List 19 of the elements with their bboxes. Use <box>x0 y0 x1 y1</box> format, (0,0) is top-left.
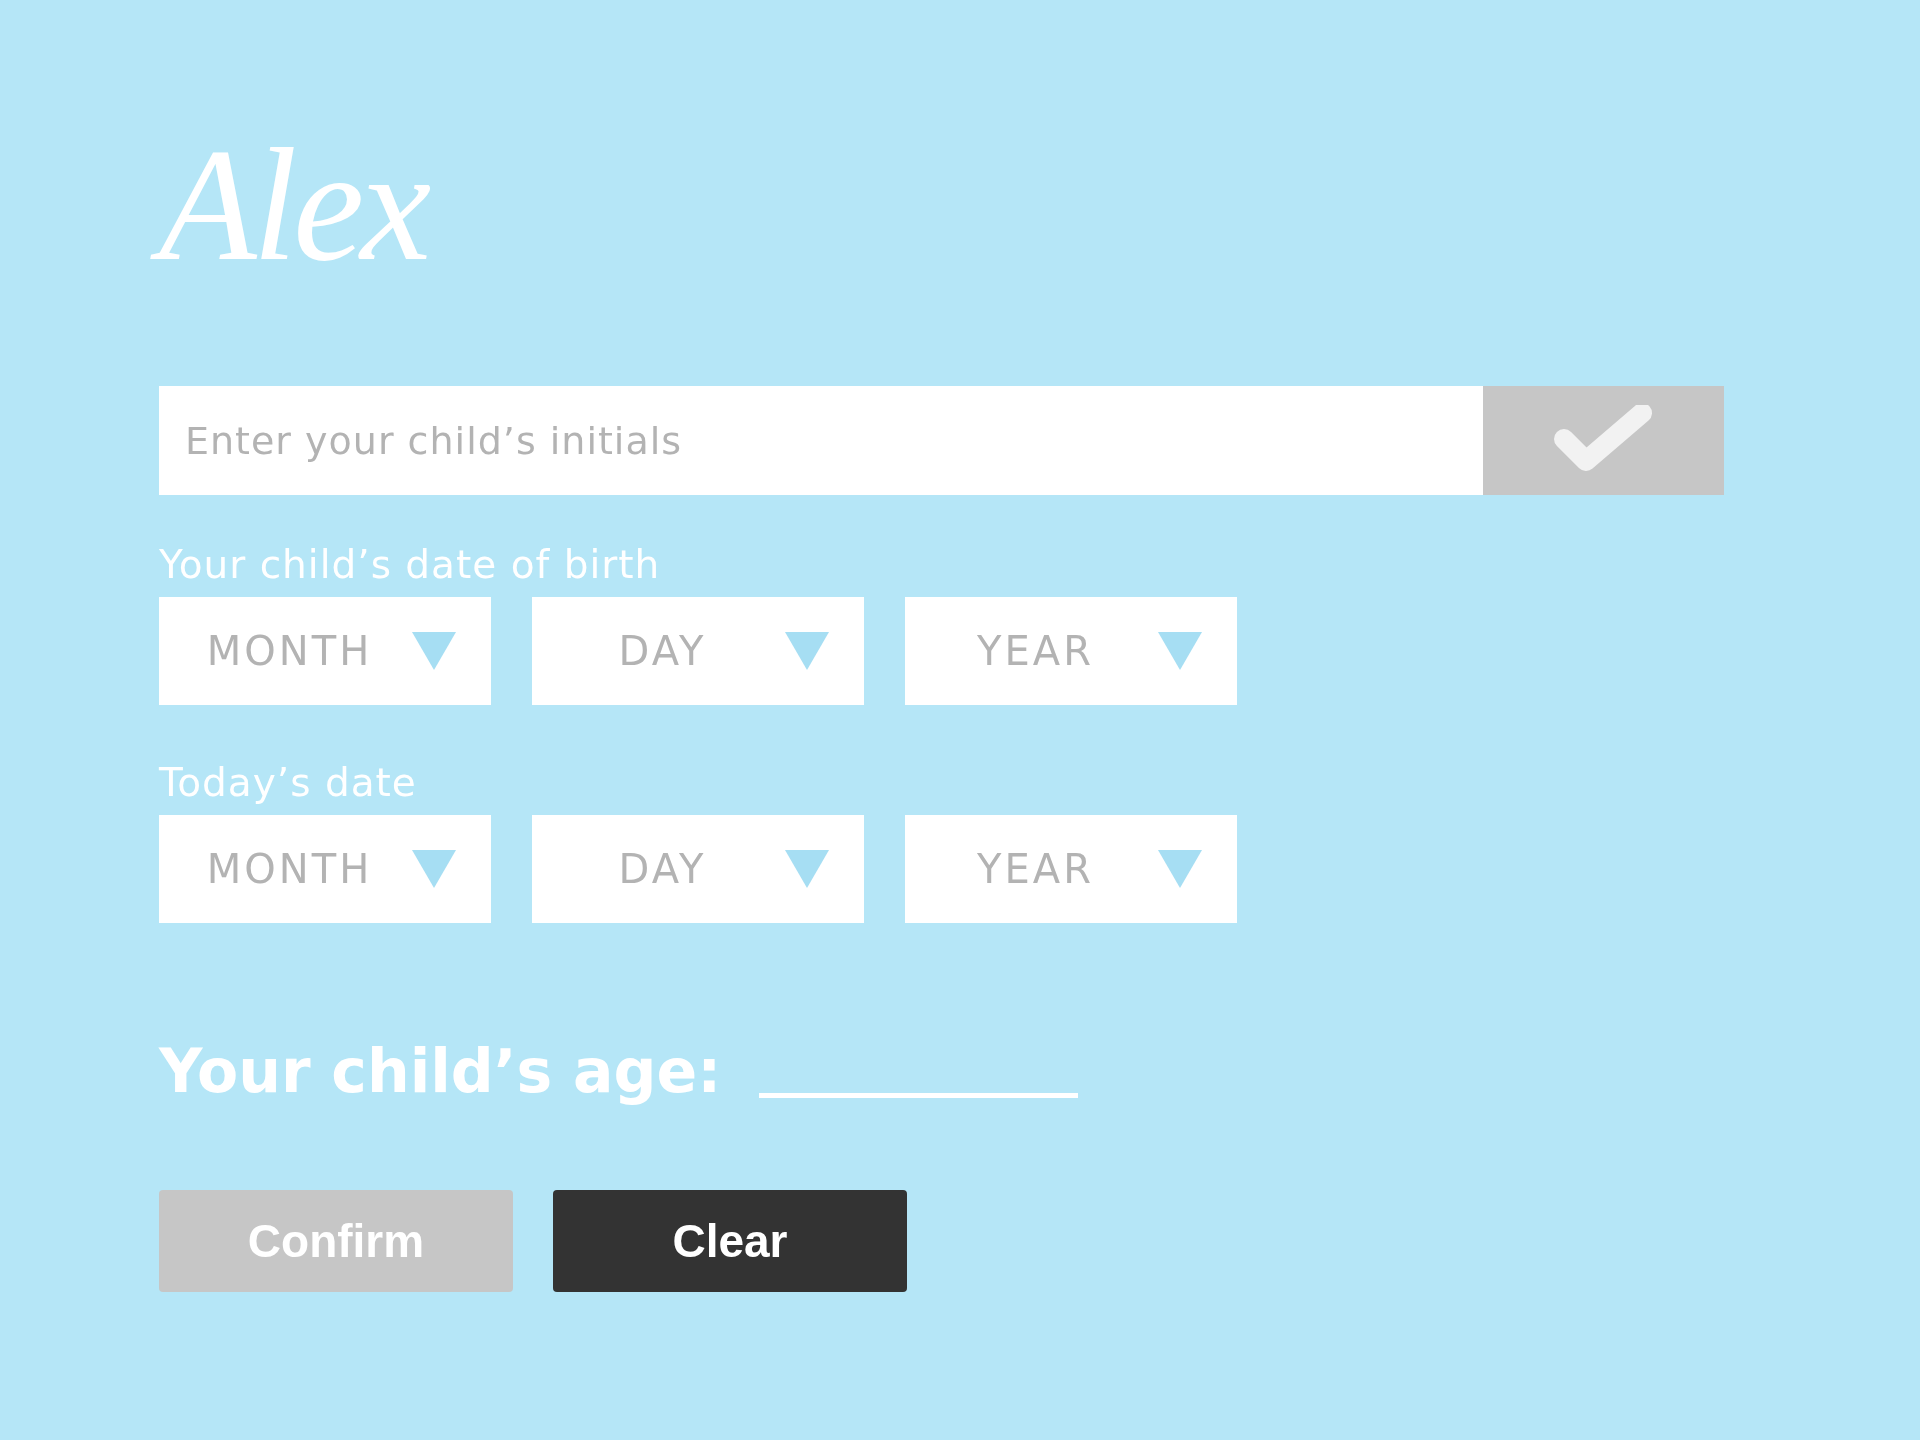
dropdown-arrow-icon <box>1158 850 1202 888</box>
dropdown-arrow-icon <box>412 850 456 888</box>
submit-button[interactable] <box>1483 386 1724 495</box>
month-dropdown[interactable]: MONTH <box>159 597 491 705</box>
day-dropdown[interactable]: DAY <box>532 597 864 705</box>
logo: Alex <box>149 95 468 315</box>
dropdown-arrow-icon <box>412 632 456 670</box>
dropdown-arrow-icon <box>1158 632 1202 670</box>
dropdown-arrow-icon <box>785 632 829 670</box>
initials-field[interactable]: Enter your child’s initials <box>159 386 1483 495</box>
field-label: Today’s date <box>159 761 417 805</box>
day-dropdown[interactable]: DAY <box>532 815 864 923</box>
age-label: Your child’s age: <box>159 1036 722 1106</box>
year-dropdown[interactable]: YEAR <box>905 597 1237 705</box>
field-label: Your child’s date of birth <box>159 543 661 587</box>
dropdown-arrow-icon <box>785 850 829 888</box>
month-dropdown[interactable]: MONTH <box>159 815 491 923</box>
year-dropdown[interactable]: YEAR <box>905 815 1237 923</box>
clear-button[interactable]: Clear <box>553 1190 907 1292</box>
